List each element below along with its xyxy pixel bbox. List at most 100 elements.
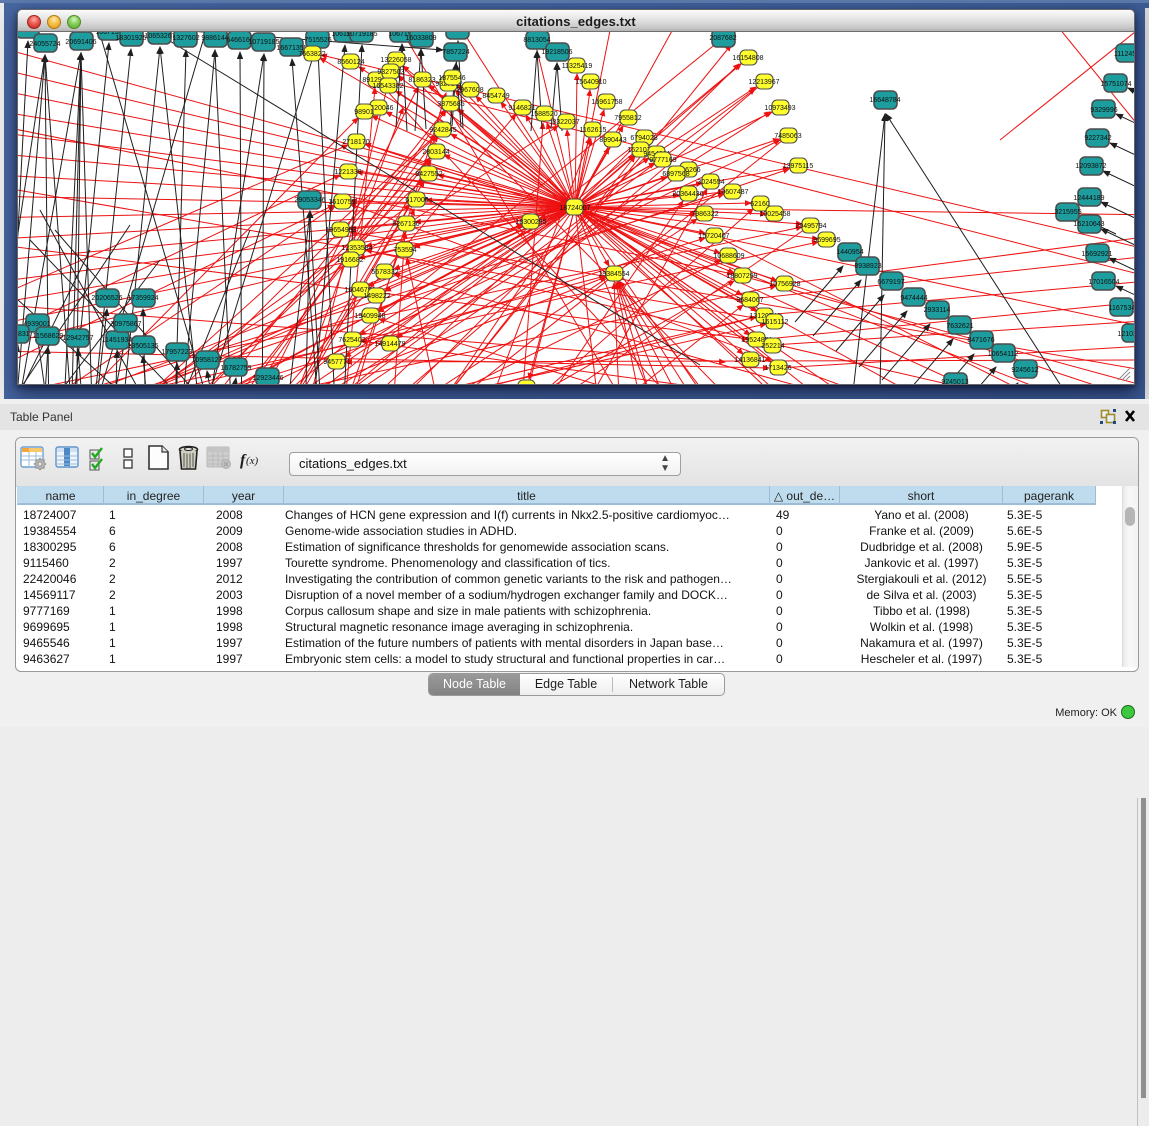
svg-text:14914479: 14914479 — [374, 341, 405, 348]
svg-text:20364436: 20364436 — [672, 191, 703, 198]
svg-text:7986322: 7986322 — [691, 211, 718, 218]
svg-text:17359924: 17359924 — [127, 295, 158, 302]
svg-text:12444189: 12444189 — [1073, 195, 1104, 202]
svg-text:2933114: 2933114 — [924, 307, 951, 314]
svg-text:18301925: 18301925 — [115, 35, 146, 42]
svg-text:7515526: 7515526 — [444, 32, 471, 34]
svg-text:12213967: 12213967 — [748, 79, 779, 86]
svg-text:1916682: 1916682 — [336, 257, 363, 264]
svg-text:7632621: 7632621 — [946, 323, 973, 330]
svg-text:5678332: 5678332 — [371, 269, 398, 276]
svg-text:15751074: 15751074 — [1100, 81, 1131, 88]
svg-text:7955812: 7955812 — [614, 115, 641, 122]
svg-text:1221338: 1221338 — [334, 169, 361, 176]
svg-text:3024554: 3024554 — [697, 179, 724, 186]
svg-text:13226058: 13226058 — [380, 57, 411, 64]
svg-text:7857224: 7857224 — [442, 49, 469, 56]
svg-text:2087682: 2087682 — [709, 35, 736, 42]
svg-text:16648784: 16648784 — [869, 97, 900, 104]
svg-text:10688609: 10688609 — [713, 253, 744, 260]
svg-text:9699695: 9699695 — [813, 237, 840, 244]
svg-text:10719185: 10719185 — [346, 32, 377, 38]
svg-text:18724007: 18724007 — [559, 205, 590, 212]
svg-text:8938923: 8938923 — [854, 263, 881, 270]
svg-text:19218506: 19218506 — [541, 49, 572, 56]
svg-text:16961758: 16961758 — [591, 99, 622, 106]
svg-text:9245612: 9245612 — [1011, 367, 1038, 374]
svg-text:15720407: 15720407 — [698, 233, 729, 240]
svg-text:8186323: 8186323 — [408, 77, 435, 84]
svg-text:1112450: 1112450 — [1114, 51, 1134, 58]
svg-text:10607487: 10607487 — [717, 189, 748, 196]
svg-text:6794028: 6794028 — [630, 135, 657, 142]
svg-text:16543382: 16543382 — [372, 83, 403, 90]
svg-text:7625402: 7625402 — [338, 337, 365, 344]
svg-text:19654983: 19654983 — [325, 227, 356, 234]
svg-text:9457771: 9457771 — [323, 359, 350, 366]
svg-text:16782759: 16782759 — [220, 365, 251, 372]
svg-text:1167534: 1167534 — [1109, 305, 1134, 312]
svg-text:8990443: 8990443 — [599, 137, 626, 144]
svg-text:17957223: 17957223 — [161, 349, 192, 356]
svg-text:1440954: 1440954 — [836, 249, 863, 256]
svg-text:10719185: 10719185 — [248, 39, 279, 46]
svg-text:9327503: 9327503 — [377, 69, 404, 76]
svg-text:2803144: 2803144 — [422, 149, 449, 156]
svg-text:6679197: 6679197 — [877, 279, 904, 286]
svg-text:13505135: 13505135 — [127, 343, 158, 350]
svg-text:10973493: 10973493 — [764, 105, 795, 112]
svg-text:8322037: 8322037 — [552, 119, 579, 126]
svg-text:9329996: 9329996 — [1090, 107, 1117, 114]
svg-text:29495794: 29495794 — [795, 223, 826, 230]
svg-text:14136841: 14136841 — [734, 357, 765, 364]
svg-text:8813054: 8813054 — [523, 37, 550, 44]
svg-text:10654112: 10654112 — [988, 351, 1019, 358]
svg-text:8454749: 8454749 — [482, 93, 509, 100]
svg-text:15640910: 15640910 — [575, 79, 606, 86]
svg-text:617006: 617006 — [405, 197, 428, 204]
svg-text:2718170: 2718170 — [342, 139, 369, 146]
svg-text:391831: 391831 — [18, 331, 30, 338]
svg-text:3215955: 3215955 — [1054, 209, 1081, 216]
svg-text:7515526: 7515526 — [304, 37, 331, 44]
svg-text:19384554: 19384554 — [598, 271, 629, 278]
svg-text:10653267: 10653267 — [144, 33, 175, 40]
svg-text:12093872: 12093872 — [1075, 163, 1106, 170]
svg-text:9245013: 9245013 — [941, 379, 968, 384]
svg-text:1498222: 1498222 — [363, 293, 390, 300]
svg-text:11325419: 11325419 — [562, 63, 593, 70]
svg-text:1610755: 1610755 — [328, 199, 355, 206]
svg-text:1615112: 1615112 — [762, 319, 789, 326]
svg-text:20691406: 20691406 — [65, 39, 96, 46]
svg-text:98901: 98901 — [354, 109, 374, 116]
svg-text:8471676: 8471676 — [967, 337, 994, 344]
svg-text:1162615: 1162615 — [580, 127, 607, 134]
svg-text:20206526: 20206526 — [91, 295, 122, 302]
svg-text:252214: 252214 — [761, 343, 784, 350]
svg-text:3875685: 3875685 — [437, 101, 464, 108]
svg-text:1327602: 1327602 — [172, 35, 199, 42]
svg-text:16033809: 16033809 — [405, 35, 436, 42]
svg-text:16210643: 16210643 — [1073, 221, 1104, 228]
svg-text:6897568: 6897568 — [662, 171, 689, 178]
svg-text:11568629: 11568629 — [33, 333, 64, 340]
svg-text:753594: 753594 — [393, 247, 416, 254]
svg-text:9227342: 9227342 — [1084, 135, 1111, 142]
svg-text:12353584: 12353584 — [341, 245, 372, 252]
svg-text:8427552: 8427552 — [415, 171, 442, 178]
svg-text:1713426: 1713426 — [764, 365, 791, 372]
svg-text:62160: 62160 — [750, 201, 770, 208]
svg-text:9777169: 9777169 — [649, 157, 676, 164]
svg-text:10958127: 10958127 — [191, 357, 222, 364]
svg-text:24055724: 24055724 — [29, 41, 60, 48]
svg-text:12923446: 12923446 — [252, 375, 283, 382]
svg-text:10756928: 10756928 — [769, 281, 800, 288]
svg-text:7663822: 7663822 — [298, 51, 325, 58]
svg-text:9242845: 9242845 — [429, 127, 456, 134]
svg-text:8267130: 8267130 — [392, 221, 419, 228]
svg-text:12942757: 12942757 — [62, 335, 93, 342]
svg-text:17016504: 17016504 — [1088, 279, 1119, 286]
svg-text:9886144: 9886144 — [201, 35, 228, 42]
svg-text:8660124: 8660124 — [337, 59, 364, 66]
svg-text:7485063: 7485063 — [774, 133, 801, 140]
